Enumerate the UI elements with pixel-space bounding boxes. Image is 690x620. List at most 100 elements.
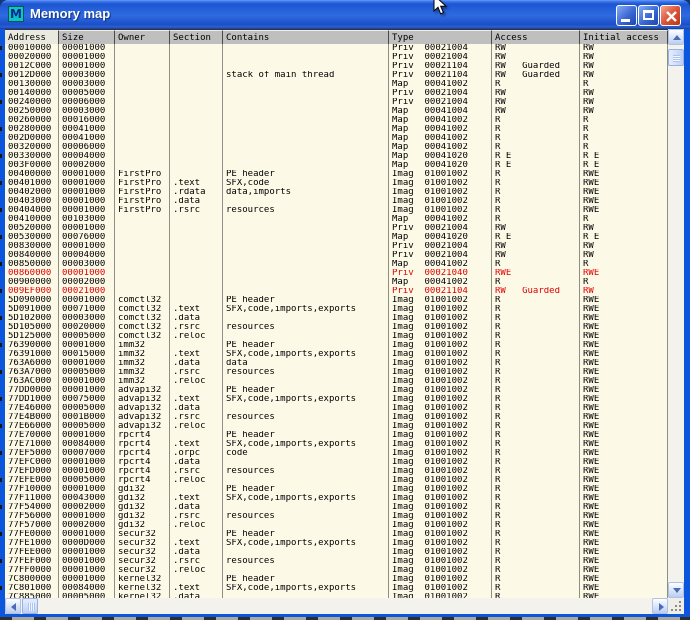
cell-type: Map 00041002 [389,125,492,134]
cell-type: Imag 01001002 [389,170,492,179]
table-row[interactable]: 7639000000001000imm32PE headerImag 01001… [5,341,668,350]
table-row[interactable]: 77DD000000001000advapi32PE headerImag 01… [5,386,668,395]
vertical-scroll-thumb[interactable] [668,49,684,66]
table-row[interactable]: 77F1100000043000gdi32.textSFX,code,impor… [5,494,668,503]
table-row[interactable]: 009EF00000021000Priv 00021104RW GuardedR… [5,287,668,296]
cell-type: Imag 01001002 [389,350,492,359]
column-header-contains[interactable]: Contains [223,30,389,45]
table-row[interactable]: 0026000000016000Map 00041002RR [5,116,668,125]
table-row[interactable]: 77F5600000001000gdi32.rsrcresourcesImag … [5,512,668,521]
resize-grip[interactable] [668,598,684,614]
scroll-up-button[interactable] [668,29,684,45]
table-row[interactable]: 77EFD00000001000rpcrt4.rsrcresourcesImag… [5,467,668,476]
table-row[interactable]: 0013000000003000Map 00041002RR [5,80,668,89]
table-row[interactable]: 5D09100000071000comctl32.textSFX,code,im… [5,305,668,314]
column-header-access[interactable]: Access [492,30,580,45]
table-row[interactable]: 0028000000041000Map 00041002RR [5,125,668,134]
cell-size: 00041000 [59,134,115,143]
scroll-right-button[interactable] [652,598,668,614]
cell-initial_access: R E [580,161,668,170]
table-row[interactable]: 5D09000000001000comctl32PE headerImag 01… [5,296,668,305]
table-row[interactable]: 0041000000103000Map 00041002RR [5,215,668,224]
titlebar[interactable]: M Memory map [0,0,690,29]
table-row[interactable]: 0033000000004000Map 00041020R ER E [5,152,668,161]
cell-access: R [492,116,580,125]
table-row[interactable]: 0040300000001000FirstPro.dataImag 010010… [5,197,668,206]
table-row[interactable]: 77F5400000002000gdi32.dataImag 01001002R… [5,503,668,512]
table-row[interactable]: 763A600000001000imm32.datadataImag 01001… [5,359,668,368]
column-header-address[interactable]: Address [5,30,59,45]
cell-initial_access: RWE [580,575,668,584]
table-row[interactable]: 77E7000000001000rpcrt4PE headerImag 0100… [5,431,668,440]
table-row[interactable]: 77EFE00000005000rpcrt4.relocImag 0100100… [5,476,668,485]
close-button[interactable] [660,5,681,26]
table-row[interactable]: 0040200000001000FirstPro.rdatadata,impor… [5,188,668,197]
column-header-size[interactable]: Size [59,30,115,45]
table-row[interactable]: 763A700000005000imm32.rsrcresourcesImag … [5,368,668,377]
table-row[interactable]: 77EFC00000001000rpcrt4.dataImag 01001002… [5,458,668,467]
table-row[interactable]: 77EF500000007000rpcrt4.orpccodeImag 0100… [5,449,668,458]
table-row[interactable]: 0001000000001000Priv 00021004RWRW [5,44,668,53]
minimize-button[interactable] [616,5,637,26]
table-row[interactable]: 77DD100000075000advapi32.textSFX,code,im… [5,395,668,404]
table-row[interactable]: 7C80100000084000kernel32.textSFX,code,im… [5,584,668,593]
cell-section: .data [170,314,223,323]
scroll-down-button[interactable] [668,582,684,598]
column-header-section[interactable]: Section [170,30,223,45]
table-row[interactable]: 0024000000006000Priv 00021004RWRW [5,98,668,107]
cell-owner: advapi32 [115,386,170,395]
table-row[interactable]: 77FE000000001000secur32PE headerImag 010… [5,530,668,539]
table-row[interactable]: 0032000000006000Map 00041002RR [5,143,668,152]
table-row[interactable]: 0040000000001000FirstProPE headerImag 01… [5,170,668,179]
table-row[interactable]: 5D10500000020000comctl32.rsrcresourcesIm… [5,323,668,332]
table-row[interactable]: 0086000000001000Priv 00021040RWERWE [5,269,668,278]
table-row[interactable]: 77E4B0000001B000advapi32.rsrcresourcesIm… [5,413,668,422]
table-row[interactable]: 7639100000015000imm32.textSFX,code,impor… [5,350,668,359]
table-row[interactable]: 77FEF00000001000secur32.rsrcresourcesIma… [5,557,668,566]
table-row[interactable]: 0083000000001000Priv 00021004RWRW [5,242,668,251]
table-row[interactable]: 77F1000000001000gdi32PE headerImag 01001… [5,485,668,494]
table-row[interactable]: 0014000000005000Priv 00021004RWRW [5,89,668,98]
scroll-left-button[interactable] [5,598,21,614]
table-row[interactable]: 002D000000041000Map 00041002RR [5,134,668,143]
table-row[interactable]: 5D12500000005000comctl32.relocImag 01001… [5,332,668,341]
table-row[interactable]: 77E6600000005000advapi32.relocImag 01001… [5,422,668,431]
maximize-button[interactable] [638,5,659,26]
table-row[interactable]: 763AC00000001000imm32.relocImag 01001002… [5,377,668,386]
table-row[interactable]: 0012C00000001000Priv 00021104RW GuardedR… [5,62,668,71]
cell-section: .data [170,197,223,206]
cell-address: 763A6000 [5,359,59,368]
column-header-type[interactable]: Type [389,30,492,45]
table-row[interactable]: 7C80000000001000kernel32PE headerImag 01… [5,575,668,584]
table-row[interactable]: 5D10200000003000comctl32.dataImag 010010… [5,314,668,323]
cell-address: 77EFD000 [5,467,59,476]
table-row[interactable]: 0025000000003000Map 00041004RWRW [5,107,668,116]
vertical-scrollbar[interactable] [668,29,684,598]
table-row[interactable]: 0085000000003000Map 00041002RR [5,260,668,269]
horizontal-scroll-thumb[interactable] [22,598,38,614]
table-row[interactable]: 77FEE00000001000secur32.dataImag 0100100… [5,548,668,557]
column-header-initial-access[interactable]: Initial access [580,30,668,45]
horizontal-scrollbar[interactable] [5,598,668,614]
table-row[interactable]: 003F000000002000Map 00041020R ER E [5,161,668,170]
cell-access: R [492,143,580,152]
table-row[interactable]: 0052000000001000Priv 00021004RWRW [5,224,668,233]
table-row[interactable]: 77FE10000000D000secur32.textSFX,code,imp… [5,539,668,548]
table-row[interactable]: 0002000000001000Priv 00021004RWRW [5,53,668,62]
cell-section: .rsrc [170,206,223,215]
table-row[interactable]: 77E7100000084000rpcrt4.textSFX,code,impo… [5,440,668,449]
table-row[interactable]: 0053000000076000Map 00041020R ER E [5,233,668,242]
cell-section: .text [170,584,223,593]
cell-address: 00403000 [5,197,59,206]
table-row[interactable]: 77F5700000002000gdi32.relocImag 01001002… [5,521,668,530]
table-row[interactable]: 0090000000002000Map 00041002RR [5,278,668,287]
table-row[interactable]: 0084000000004000Priv 00021004RWRW [5,251,668,260]
column-header-owner[interactable]: Owner [115,30,170,45]
table-row[interactable]: 77FF000000001000secur32.relocImag 010010… [5,566,668,575]
cell-owner [115,269,170,278]
table-row[interactable]: 0040400000001000FirstPro.rsrcresourcesIm… [5,206,668,215]
cell-owner: FirstPro [115,197,170,206]
table-row[interactable]: 0040100000001000FirstPro.textSFX,codeIma… [5,179,668,188]
table-row[interactable]: 0012D00000003000stack of main threadPriv… [5,71,668,80]
table-row[interactable]: 77E4600000005000advapi32.dataImag 010010… [5,404,668,413]
